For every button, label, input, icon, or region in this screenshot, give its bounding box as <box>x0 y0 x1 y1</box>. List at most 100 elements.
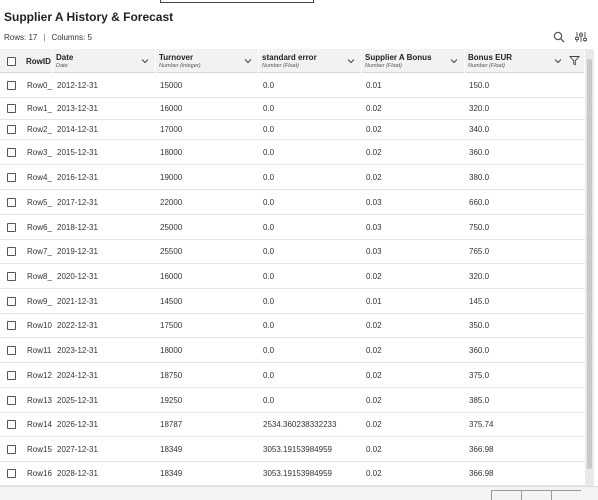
column-header-turnover[interactable]: Turnover Number (integer) <box>156 49 259 73</box>
cell-rowid: Row1_ <box>27 104 52 113</box>
column-header-supplier-a-bonus[interactable]: Supplier A Bonus Number (Float) <box>362 49 465 73</box>
column-header-rowid[interactable]: RowID <box>23 49 53 73</box>
chevron-down-icon[interactable] <box>244 57 252 65</box>
cell-date: 2024-12-31 <box>57 371 98 380</box>
cell-rowid: Row5_ <box>27 198 52 207</box>
footer-control[interactable] <box>551 490 581 500</box>
row-checkbox[interactable] <box>7 445 16 454</box>
cell-bonus_eur: 660.0 <box>469 198 490 207</box>
cell-bonus: 0.02 <box>366 321 382 330</box>
cell-bonus_eur: 750.0 <box>469 223 490 232</box>
scrollbar-thumb[interactable] <box>587 59 592 469</box>
row-checkbox[interactable] <box>7 173 16 182</box>
column-header-standard-error[interactable]: standard error Number (Float) <box>259 49 362 73</box>
table-row[interactable]: Row8_ 2020-12-31 16000 0.0 0.02 320.0 <box>0 264 585 289</box>
data-table: RowID Date Date Turnover Number (integer… <box>0 49 585 486</box>
cell-bonus_eur: 366.98 <box>469 445 494 454</box>
cell-bonus_eur: 340.0 <box>469 125 490 134</box>
table-row[interactable]: Row11 2023-12-31 18000 0.0 0.02 360.0 <box>0 338 585 363</box>
footer-control[interactable] <box>491 490 521 500</box>
cell-bonus_eur: 360.0 <box>469 346 490 355</box>
cell-bonus: 0.02 <box>366 445 382 454</box>
vertical-scrollbar[interactable] <box>585 49 594 486</box>
cell-bonus_eur: 360.0 <box>469 148 490 157</box>
table-row[interactable]: Row2_ 2014-12-31 17000 0.0 0.02 340.0 <box>0 120 585 140</box>
cell-stderr: 2534.360238332233 <box>263 420 337 429</box>
table-row[interactable]: Row16 2028-12-31 18349 3053.19153984959 0.02… <box>0 462 585 486</box>
chevron-down-icon[interactable] <box>347 57 355 65</box>
search-icon[interactable] <box>552 30 566 44</box>
row-checkbox[interactable] <box>7 420 16 429</box>
table-row[interactable]: Row12 2024-12-31 18750 0.0 0.02 375.0 <box>0 363 585 388</box>
cell-rowid: Row14 <box>27 420 52 429</box>
cell-bonus: 0.02 <box>366 396 382 405</box>
row-checkbox[interactable] <box>7 223 16 232</box>
table-row[interactable]: Row9_ 2021-12-31 14500 0.0 0.01 145.0 <box>0 289 585 314</box>
cell-stderr: 0.0 <box>263 173 275 182</box>
row-checkbox[interactable] <box>7 371 16 380</box>
cell-turnover: 18349 <box>160 469 183 478</box>
chevron-down-icon[interactable] <box>450 57 458 65</box>
row-checkbox[interactable] <box>7 104 16 113</box>
cell-bonus: 0.02 <box>366 272 382 281</box>
row-checkbox[interactable] <box>7 148 16 157</box>
row-checkbox[interactable] <box>7 272 16 281</box>
cell-turnover: 17000 <box>160 125 183 134</box>
cell-rowid: Row2_ <box>27 125 52 134</box>
cell-bonus_eur: 375.74 <box>469 420 494 429</box>
cell-date: 2025-12-31 <box>57 396 98 405</box>
table-row[interactable]: Row0_ 2012-12-31 15000 0.0 0.01 150.0 <box>0 73 585 98</box>
chevron-down-icon[interactable] <box>141 57 149 65</box>
table-row[interactable]: Row6_ 2018-12-31 25000 0.0 0.03 750.0 <box>0 215 585 240</box>
cell-rowid: Row16 <box>27 469 52 478</box>
row-checkbox[interactable] <box>7 469 16 478</box>
row-checkbox[interactable] <box>7 81 16 90</box>
cell-rowid: Row10 <box>27 321 52 330</box>
table-row[interactable]: Row14 2026-12-31 18787 2534.360238332233 0.0… <box>0 413 585 437</box>
row-checkbox[interactable] <box>7 247 16 256</box>
cell-rowid: Row11 <box>27 346 52 355</box>
cell-bonus: 0.01 <box>366 81 382 90</box>
cell-rowid: Row3_ <box>27 148 52 157</box>
row-checkbox[interactable] <box>7 396 16 405</box>
chevron-down-icon[interactable] <box>554 57 562 65</box>
filter-icon[interactable] <box>569 55 580 66</box>
table-row[interactable]: Row15 2027-12-31 18349 3053.19153984959 0.02… <box>0 437 585 462</box>
row-checkbox[interactable] <box>7 346 16 355</box>
cell-bonus_eur: 765.0 <box>469 247 490 256</box>
table-row[interactable]: Row13 2025-12-31 19250 0.0 0.02 385.0 <box>0 388 585 413</box>
column-header-date[interactable]: Date Date <box>53 49 156 73</box>
cell-rowid: Row12 <box>27 371 52 380</box>
cell-stderr: 0.0 <box>263 148 275 157</box>
row-checkbox[interactable] <box>7 198 16 207</box>
cell-bonus_eur: 350.0 <box>469 321 490 330</box>
cell-date: 2023-12-31 <box>57 346 98 355</box>
cell-date: 2022-12-31 <box>57 321 98 330</box>
table-row[interactable]: Row4_ 2016-12-31 19000 0.0 0.02 380.0 <box>0 165 585 190</box>
footer-control[interactable] <box>521 490 551 500</box>
table-row[interactable]: Row10 2022-12-31 17500 0.0 0.02 350.0 <box>0 314 585 338</box>
row-checkbox[interactable] <box>7 125 16 134</box>
cell-date: 2019-12-31 <box>57 247 98 256</box>
cell-date: 2028-12-31 <box>57 469 98 478</box>
row-checkbox[interactable] <box>7 321 16 330</box>
column-name: RowID <box>26 57 51 66</box>
table-row[interactable]: Row7_ 2019-12-31 25500 0.0 0.03 765.0 <box>0 240 585 264</box>
column-header-bonus-eur[interactable]: Bonus EUR Number (Float) <box>465 49 585 73</box>
table-row[interactable]: Row1_ 2013-12-31 16000 0.0 0.02 320.0 <box>0 98 585 120</box>
cell-turnover: 19000 <box>160 173 183 182</box>
row-checkbox[interactable] <box>7 297 16 306</box>
table-row[interactable]: Row3_ 2015-12-31 18000 0.0 0.02 360.0 <box>0 140 585 165</box>
table-row[interactable]: Row5_ 2017-12-31 22000 0.0 0.03 660.0 <box>0 190 585 215</box>
cell-turnover: 22000 <box>160 198 183 207</box>
cell-rowid: Row8_ <box>27 272 52 281</box>
cell-turnover: 16000 <box>160 104 183 113</box>
cell-stderr: 0.0 <box>263 198 275 207</box>
cell-date: 2016-12-31 <box>57 173 98 182</box>
column-type: Date <box>56 63 68 69</box>
cell-bonus_eur: 380.0 <box>469 173 490 182</box>
cell-date: 2014-12-31 <box>57 125 98 134</box>
select-all-checkbox[interactable] <box>7 57 16 66</box>
sliders-icon[interactable] <box>574 30 588 44</box>
footer-bar <box>0 486 598 500</box>
